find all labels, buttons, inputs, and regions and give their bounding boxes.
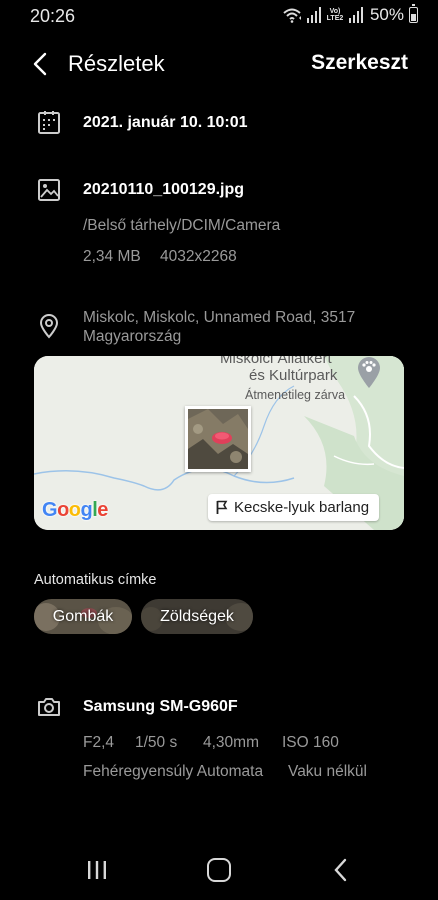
camera-white-balance: Fehéregyensúly Automata [83,763,264,780]
google-logo-letter: o [57,499,69,521]
camera-model: Samsung SM-G960F [83,698,238,715]
file-size: 2,34 MB [83,248,141,265]
flag-icon [216,500,228,514]
page-title: Részletek [68,51,165,76]
navigation-bar [0,845,438,895]
google-logo: Google [42,499,108,522]
wifi-icon [283,8,301,23]
place-label-text: Kecske-lyuk barlang [234,499,370,516]
file-path: /Belső tárhely/DCIM/Camera [83,217,281,234]
google-logo-letter: g [80,499,93,521]
camera-shutter: 1/50 s [135,734,178,751]
location-map[interactable]: Miskolci Állatkert és Kultúrpark Átmenet… [34,356,404,530]
file-resolution: 4032x2268 [160,248,237,265]
map-poi-name-line2: és Kultúrpark [249,367,338,384]
google-logo-letter: e [97,499,108,521]
place-label-button[interactable]: Kecske-lyuk barlang [208,494,380,521]
tag-chip-vegetables[interactable]: Zöldségek [141,599,253,634]
back-arrow-icon[interactable] [28,50,56,78]
auto-tags-label: Automatikus címke [34,572,157,588]
image-icon [38,179,60,201]
camera-focal-length: 4,30mm [203,734,259,751]
tag-chip-label: Zöldségek [160,607,234,625]
map-poi-status: Átmenetileg zárva [245,388,346,402]
google-logo-letter: G [42,499,58,521]
zoo-pin-icon[interactable] [357,357,381,389]
network-type: Vo) LTE2 [326,8,344,22]
google-logo-letter: o [68,499,81,521]
location-address-line2: Magyarország [83,328,182,345]
battery-percent: 50% [369,5,404,24]
tag-chip-mushrooms[interactable]: Gombák [34,599,132,634]
back-nav-icon[interactable] [333,858,349,882]
status-bar: 20:26 Vo) LTE2 50% [0,0,438,32]
camera-icon [38,698,60,716]
camera-iso: ISO 160 [282,734,339,751]
signal-icon-2 [348,7,363,23]
file-name: 20210110_100129.jpg [83,181,245,198]
status-icons: Vo) LTE2 50% [282,4,418,25]
tag-chip-label: Gombák [52,607,114,625]
home-icon[interactable] [207,858,231,882]
date-taken: 2021. január 10. 10:01 [83,114,248,131]
battery-icon [409,4,418,23]
location-address-line1: Miskolc, Miskolc, Unnamed Road, 3517 [83,309,356,326]
map-poi-name-line1: Miskolci Állatkert [220,356,332,367]
status-time: 20:26 [30,6,76,26]
edit-button[interactable]: Szerkeszt [311,51,408,75]
camera-flash: Vaku nélkül [288,763,367,780]
location-pin-icon [39,314,59,339]
calendar-icon [38,111,60,134]
camera-aperture: F2,4 [83,734,115,751]
photo-thumbnail-marker[interactable] [185,406,251,472]
recent-apps-icon[interactable] [86,860,108,880]
signal-icon [306,7,321,23]
app-header: Részletek Szerkeszt [0,44,438,84]
